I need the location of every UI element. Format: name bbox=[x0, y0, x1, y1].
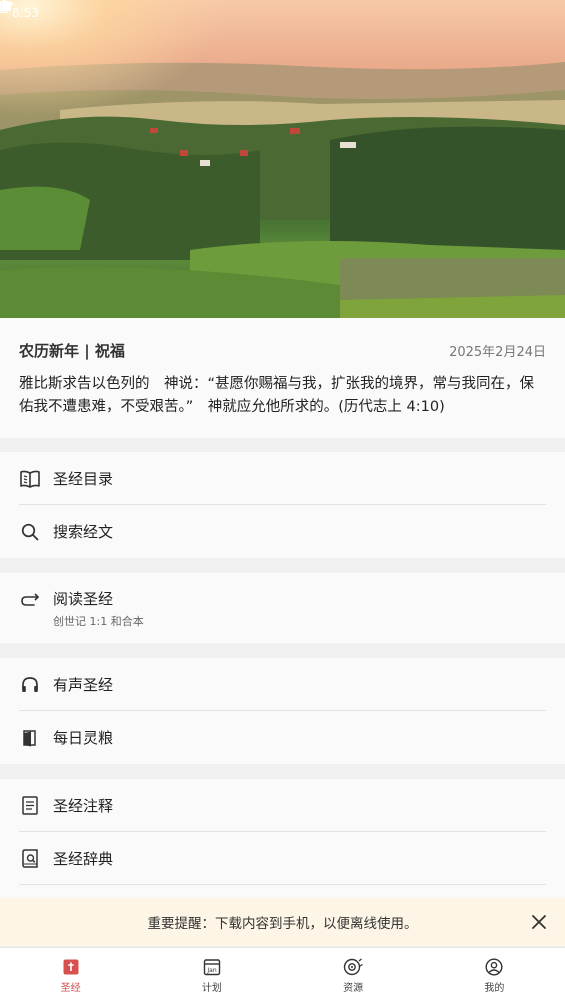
offline-notice-banner: 重要提醒：下载内容到手机，以便离线使用。 bbox=[0, 898, 565, 946]
notice-text: 重要提醒：下载内容到手机，以便离线使用。 bbox=[147, 916, 418, 932]
menu-section-read: 阅读圣经 创世记 1:1 和合本 bbox=[0, 573, 565, 643]
tab-resources-label: 资源 bbox=[343, 983, 364, 994]
profile-icon bbox=[485, 958, 503, 976]
devotional-verse: 雅比斯求告以色列的 神说：“甚愿你赐福与我，扩张我的境界，常与我同在，保佑我不遭… bbox=[19, 376, 535, 415]
read-bible-position: 创世记 1:1 和合本 bbox=[53, 614, 144, 628]
menu-section-study: 圣经注释 圣经辞典 bbox=[0, 779, 565, 898]
bible-icon bbox=[63, 959, 79, 975]
bible-catalog-item[interactable]: 圣经目录 bbox=[0, 452, 565, 505]
search-icon bbox=[19, 521, 41, 543]
book-search-icon bbox=[19, 848, 41, 870]
dictionary-label: 圣经辞典 bbox=[53, 850, 114, 868]
bible-catalog-label: 圣经目录 bbox=[53, 470, 114, 488]
resources-icon bbox=[343, 958, 363, 976]
audio-bible-item[interactable]: 有声圣经 bbox=[0, 658, 565, 711]
tab-plan-label: 计划 bbox=[201, 983, 222, 994]
read-bible-item[interactable]: 阅读圣经 创世记 1:1 和合本 bbox=[0, 573, 565, 643]
section-gap bbox=[0, 764, 565, 779]
commentary-label: 圣经注释 bbox=[53, 797, 114, 815]
search-verses-item[interactable]: 搜索经文 bbox=[0, 505, 565, 558]
status-bar: 8:53 bbox=[0, 0, 565, 26]
bottom-navigation: 圣经 Jan 计划 资源 我的 bbox=[0, 947, 565, 1004]
audio-bible-label: 有声圣经 bbox=[53, 676, 114, 694]
battery-icon bbox=[0, 0, 8, 13]
tab-profile[interactable]: 我的 bbox=[424, 948, 565, 1004]
hero-landscape-image: 8:53 bbox=[0, 0, 565, 318]
headphones-icon bbox=[19, 674, 41, 696]
tab-profile-label: 我的 bbox=[484, 983, 505, 994]
menu-section-browse: 圣经目录 搜索经文 bbox=[0, 452, 565, 558]
tab-bible[interactable]: 圣经 bbox=[0, 948, 141, 1004]
close-icon[interactable] bbox=[529, 912, 549, 932]
section-gap bbox=[0, 558, 565, 573]
open-book-icon bbox=[19, 468, 41, 490]
menu-section-media: 有声圣经 每日灵粮 bbox=[0, 658, 565, 764]
document-icon bbox=[19, 795, 41, 817]
section-gap bbox=[0, 438, 565, 452]
daily-bread-label: 每日灵粮 bbox=[53, 729, 114, 747]
section-gap bbox=[0, 643, 565, 658]
daily-bread-item[interactable]: 每日灵粮 bbox=[0, 711, 565, 764]
door-icon bbox=[19, 727, 41, 749]
commentary-item[interactable]: 圣经注释 bbox=[0, 779, 565, 832]
dictionary-item[interactable]: 圣经辞典 bbox=[0, 832, 565, 885]
redo-arrow-icon bbox=[19, 589, 41, 611]
tab-bible-label: 圣经 bbox=[60, 983, 81, 994]
search-verses-label: 搜索经文 bbox=[53, 523, 114, 541]
calendar-icon-text: Jan bbox=[206, 967, 216, 974]
read-bible-label: 阅读圣经 bbox=[53, 589, 114, 608]
devotional-date: 2025年2月24日 bbox=[449, 345, 546, 360]
status-time: 8:53 bbox=[12, 6, 39, 20]
tab-plan[interactable]: Jan 计划 bbox=[141, 948, 282, 1004]
devotional-title: 农历新年 | 祝福 bbox=[19, 342, 125, 360]
calendar-icon: Jan bbox=[203, 959, 221, 976]
devotional-card[interactable]: 农历新年 | 祝福 2025年2月24日 雅比斯求告以色列的 神说：“甚愿你赐福… bbox=[0, 318, 565, 438]
tab-resources[interactable]: 资源 bbox=[283, 948, 424, 1004]
